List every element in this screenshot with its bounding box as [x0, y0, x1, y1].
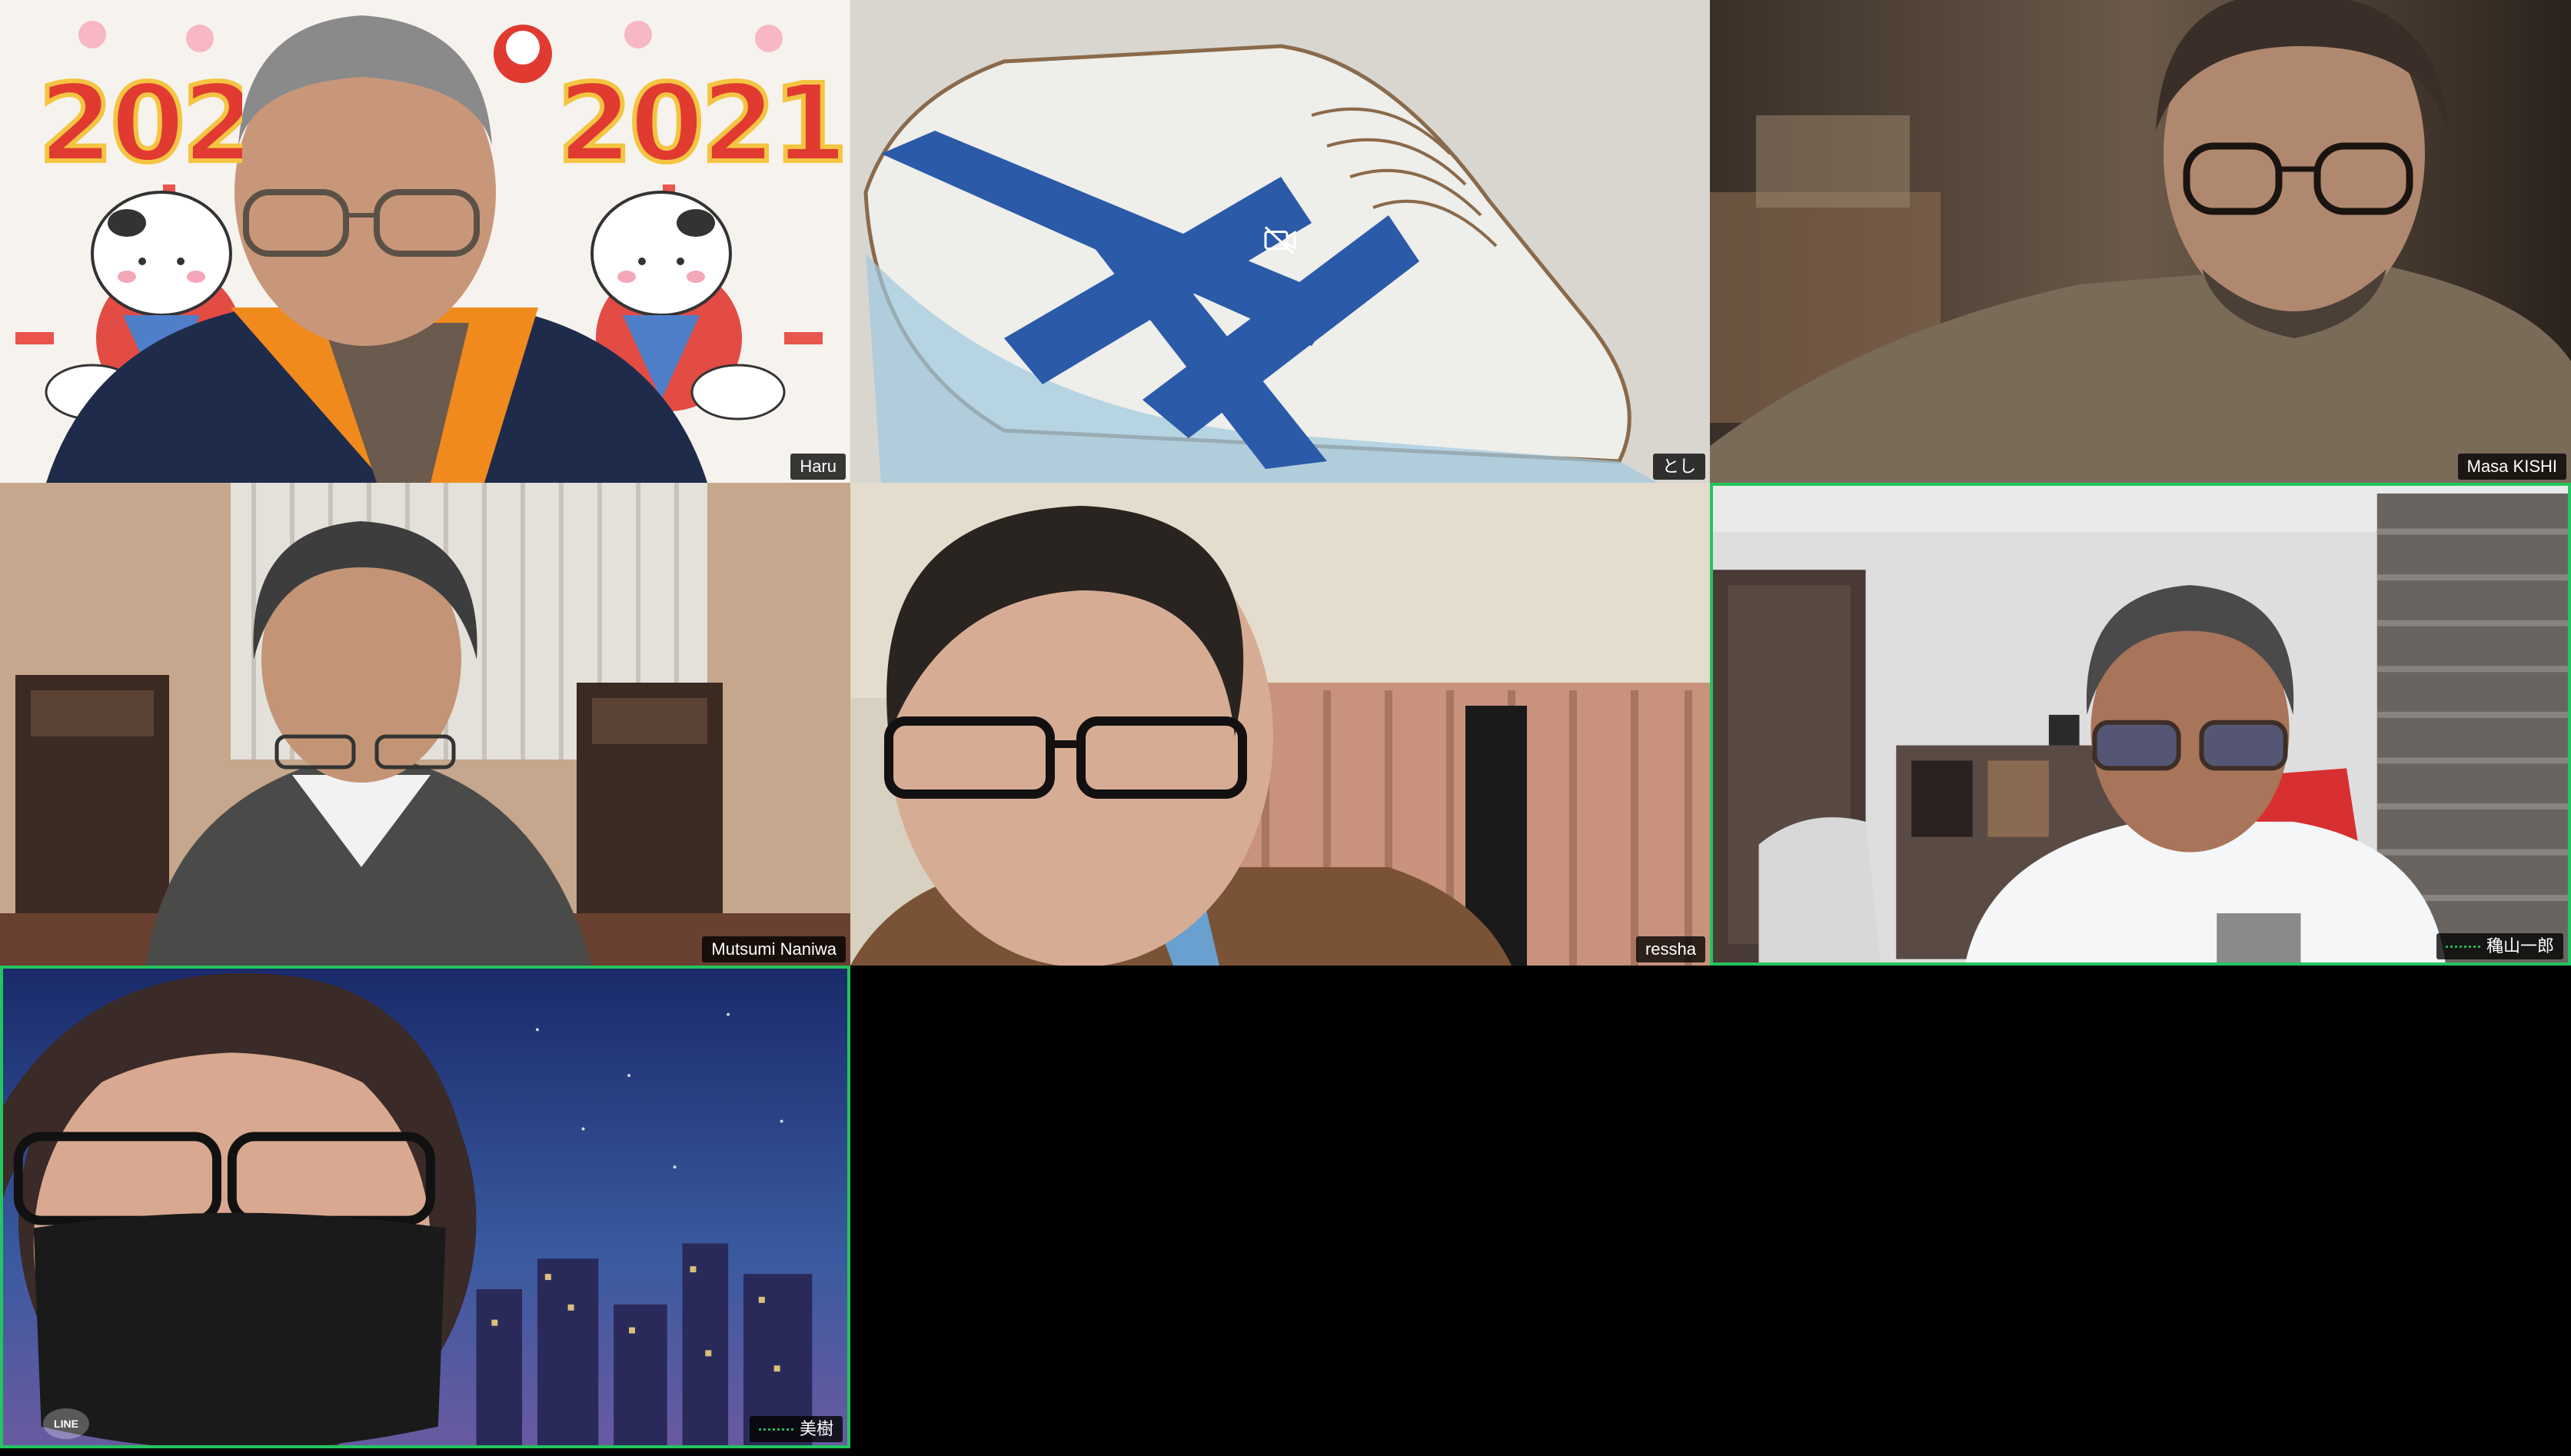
participant-name: Haru: [800, 457, 836, 476]
video-tile-toshi[interactable]: とし: [850, 0, 1710, 483]
video-tile-akiyama-ichiro[interactable]: 穐山一郎: [1710, 483, 2571, 966]
participant-name-tag: Mutsumi Naniwa: [702, 936, 846, 962]
participant-name: Mutsumi Naniwa: [711, 939, 836, 959]
year-text-left: 2021: [38, 61, 242, 187]
participant-video: [1710, 0, 2571, 483]
participant-video: [3, 969, 847, 1445]
video-tile-ressha[interactable]: ressha: [850, 483, 1710, 966]
participant-name: 美樹: [799, 1419, 833, 1438]
participant-name: Masa KISHI: [2466, 457, 2557, 476]
participant-video: [0, 483, 850, 966]
participant-name: とし: [1661, 457, 1696, 476]
participant-name-tag: Masa KISHI: [2457, 454, 2566, 480]
participant-name-tag: ressha: [1635, 936, 1705, 962]
year-text-right: 2021: [555, 59, 850, 189]
participant-name: ressha: [1645, 939, 1696, 959]
participant-name-tag: とし: [1652, 454, 1705, 480]
line-watermark-logo: LINE: [43, 1408, 89, 1439]
mic-activity-icon: [758, 1428, 793, 1431]
mic-activity-icon: [2445, 945, 2480, 948]
participant-name-tag: 美樹: [749, 1416, 843, 1442]
participant-name-tag: Haru: [790, 454, 846, 480]
participant-video: [1713, 486, 2568, 962]
participant-video: [850, 483, 1710, 966]
video-off-icon: [1262, 224, 1298, 259]
video-tile-mutsumi-naniwa[interactable]: Mutsumi Naniwa: [0, 483, 850, 966]
empty-gallery-area: [850, 966, 2571, 1456]
video-tile-haru[interactable]: 2021 2021 Haru: [0, 0, 850, 483]
video-tile-masa-kishi[interactable]: Masa KISHI: [1710, 0, 2571, 483]
video-tile-miki[interactable]: LINE 美樹: [0, 966, 850, 1448]
participant-name-tag: 穐山一郎: [2436, 933, 2563, 959]
participant-name: 穐山一郎: [2486, 936, 2554, 956]
